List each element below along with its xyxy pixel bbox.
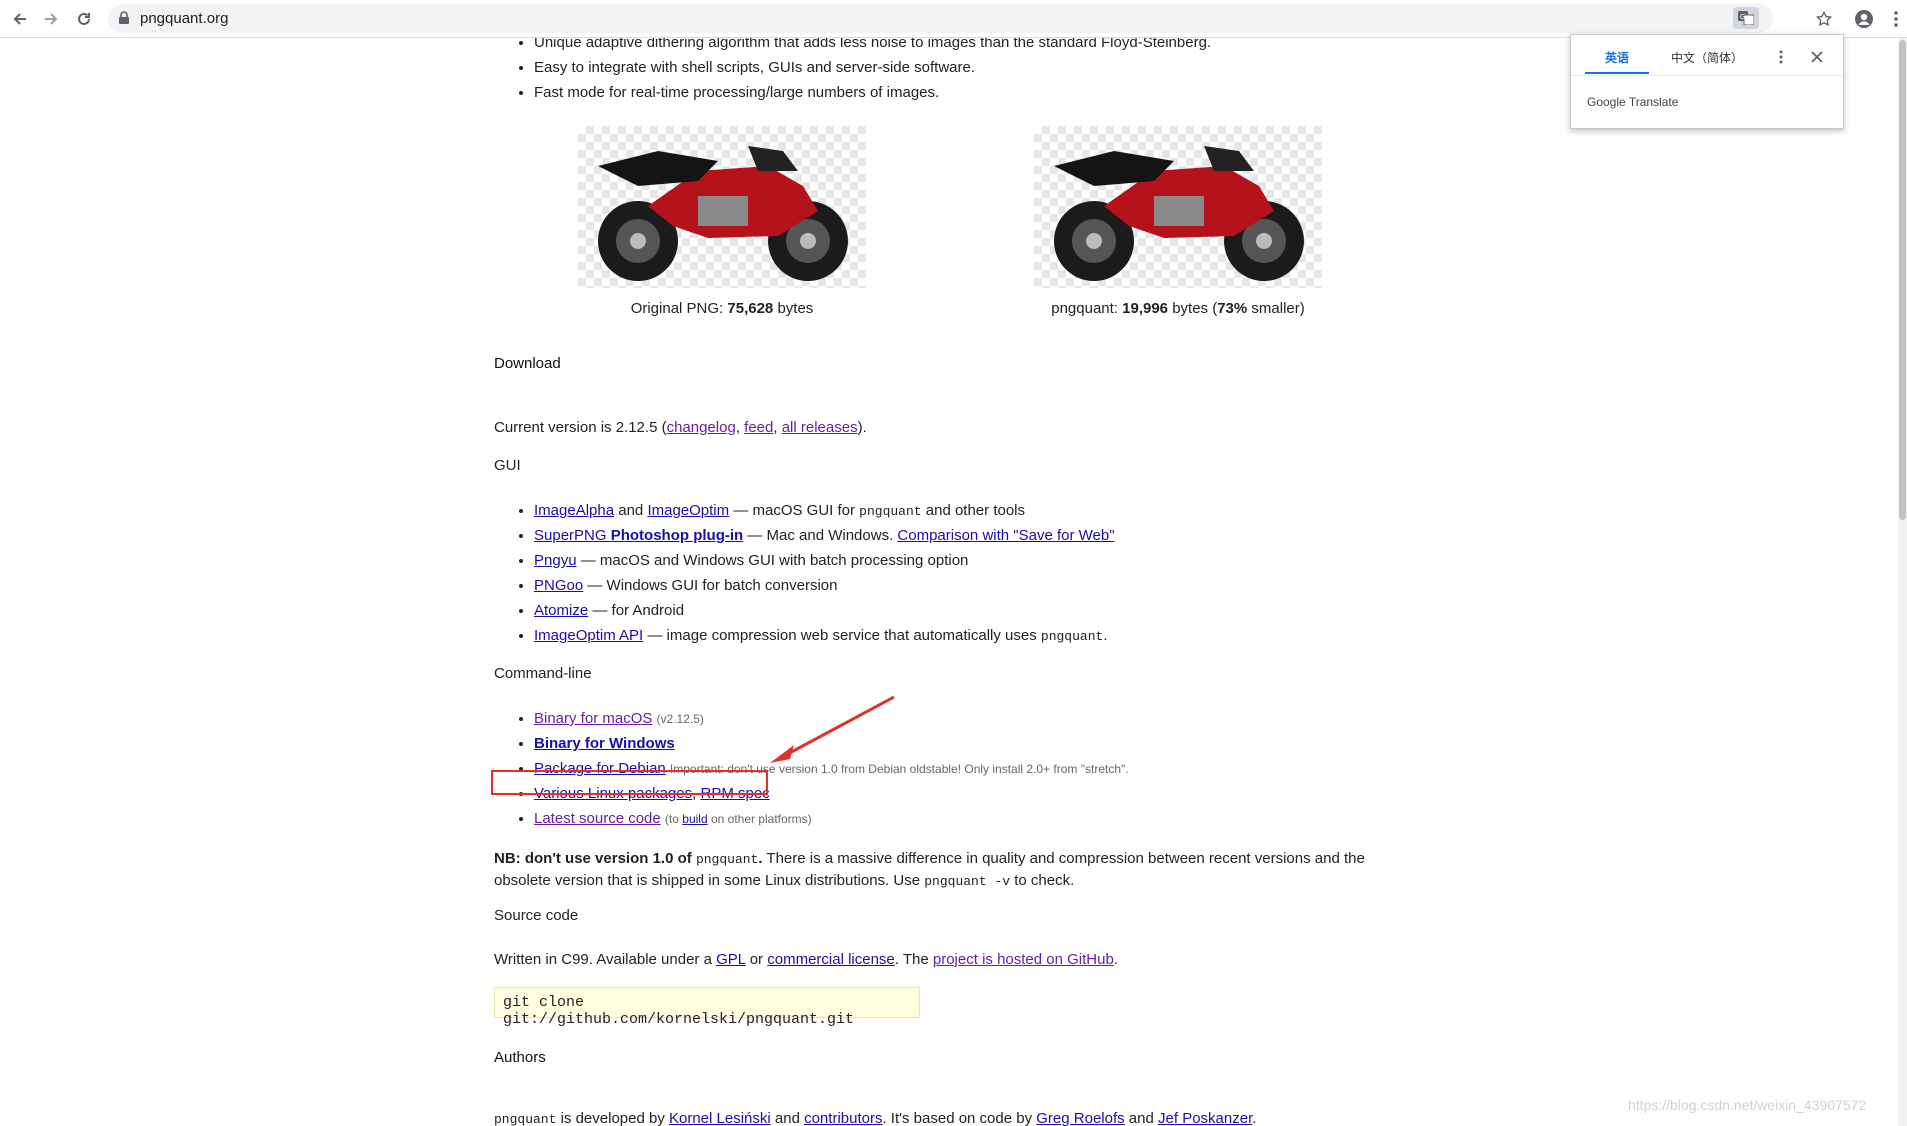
- list-item: Pngyu — macOS and Windows GUI with batch…: [534, 548, 1394, 573]
- star-icon[interactable]: [1812, 7, 1836, 31]
- watermark: https://blog.csdn.net/weixin_43907572: [1628, 1097, 1867, 1113]
- imageoptim-link[interactable]: ImageOptim: [647, 502, 729, 519]
- list-item: Fast mode for real-time processing/large…: [534, 80, 1434, 105]
- pngquant-caption: pngquant: 19,996 bytes (73% smaller): [1051, 300, 1305, 317]
- nb-paragraph: NB: don't use version 1.0 of pngquant. T…: [494, 850, 1365, 889]
- download-heading: Download: [494, 355, 561, 372]
- binary-windows-link[interactable]: Binary for Windows: [534, 735, 675, 752]
- git-clone-command: git clone git://github.com/kornelski/png…: [494, 987, 920, 1028]
- close-icon[interactable]: [1807, 47, 1827, 67]
- annotation-arrow-icon: [770, 695, 895, 763]
- github-link[interactable]: project is hosted on GitHub: [933, 951, 1114, 968]
- superpng-link[interactable]: SuperPNG Photoshop plug-in: [534, 527, 743, 544]
- list-item: Unique adaptive dithering algorithm that…: [534, 38, 1434, 55]
- lock-icon: [118, 11, 130, 30]
- original-caption: Original PNG: 75,628 bytes: [630, 300, 814, 317]
- commercial-license-link[interactable]: commercial license: [767, 951, 895, 968]
- tab-source-language[interactable]: 英语: [1605, 49, 1629, 66]
- commandline-heading: Command-line: [494, 665, 592, 682]
- browser-toolbar: pngquant.org G: [0, 0, 1907, 38]
- list-item: Latest source code (to build on other pl…: [534, 806, 1394, 831]
- page-content: Unique adaptive dithering algorithm that…: [0, 38, 1907, 1126]
- pngquant-image: [1034, 126, 1322, 288]
- back-icon[interactable]: [8, 7, 32, 31]
- gui-heading: GUI: [494, 457, 521, 474]
- jef-link[interactable]: Jef Poskanzer: [1158, 1110, 1252, 1126]
- feature-list: Unique adaptive dithering algorithm that…: [494, 38, 1434, 105]
- address-bar[interactable]: pngquant.org G: [108, 4, 1773, 33]
- all-releases-link[interactable]: all releases: [782, 419, 858, 436]
- account-icon[interactable]: [1852, 7, 1876, 31]
- list-item: Binary for macOS (v2.12.5): [534, 706, 1394, 731]
- comparison-link[interactable]: Comparison with "Save for Web": [897, 527, 1114, 544]
- current-version: Current version is 2.12.5 (changelog, fe…: [494, 419, 867, 436]
- source-code-heading: Source code: [494, 907, 579, 924]
- atomize-link[interactable]: Atomize: [534, 602, 588, 619]
- translate-icon[interactable]: G: [1733, 7, 1759, 29]
- list-item: ImageAlpha and ImageOptim — macOS GUI fo…: [534, 498, 1394, 523]
- divider: [1571, 75, 1843, 76]
- latest-source-link[interactable]: Latest source code: [534, 810, 661, 827]
- list-item: SuperPNG Photoshop plug-in — Mac and Win…: [534, 523, 1394, 548]
- gui-list: ImageAlpha and ImageOptim — macOS GUI fo…: [494, 498, 1394, 648]
- url-text: pngquant.org: [140, 10, 229, 27]
- list-item: Binary for Windows: [534, 731, 1394, 756]
- google-translate-brand: Google Translate: [1587, 95, 1679, 109]
- pngyu-link[interactable]: Pngyu: [534, 552, 577, 569]
- menu-icon[interactable]: [1884, 7, 1907, 31]
- list-item: Atomize — for Android: [534, 598, 1394, 623]
- more-options-icon[interactable]: [1771, 47, 1791, 67]
- highlight-box: [491, 770, 768, 795]
- commandline-list: Binary for macOS (v2.12.5) Binary for Wi…: [494, 706, 1394, 831]
- scrollbar-thumb[interactable]: [1899, 40, 1906, 520]
- reload-icon[interactable]: [72, 7, 96, 31]
- authors-heading: Authors: [494, 1049, 546, 1066]
- imagealpha-link[interactable]: ImageAlpha: [534, 502, 614, 519]
- pngoo-link[interactable]: PNGoo: [534, 577, 583, 594]
- imageoptim-api-link[interactable]: ImageOptim API: [534, 627, 643, 644]
- gpl-link[interactable]: GPL: [716, 951, 745, 968]
- build-link[interactable]: build: [682, 812, 707, 826]
- changelog-link[interactable]: changelog: [667, 419, 736, 436]
- kornel-link[interactable]: Kornel Lesiński: [669, 1110, 771, 1126]
- forward-icon[interactable]: [39, 7, 63, 31]
- tab-target-language[interactable]: 中文（简体）: [1671, 49, 1743, 66]
- list-item: PNGoo — Windows GUI for batch conversion: [534, 573, 1394, 598]
- translate-popup: 英语 中文（简体） Google Translate: [1570, 34, 1844, 129]
- original-png-image: [578, 126, 866, 288]
- svg-text:G: G: [1740, 13, 1745, 21]
- contributors-link[interactable]: contributors: [804, 1110, 882, 1126]
- binary-macos-link[interactable]: Binary for macOS: [534, 710, 652, 727]
- list-item: ImageOptim API — image compression web s…: [534, 623, 1394, 648]
- greg-link[interactable]: Greg Roelofs: [1036, 1110, 1124, 1126]
- active-tab-indicator: [1585, 72, 1649, 74]
- list-item: Easy to integrate with shell scripts, GU…: [534, 55, 1434, 80]
- license-paragraph: Written in C99. Available under a GPL or…: [494, 951, 1118, 968]
- feed-link[interactable]: feed: [744, 419, 773, 436]
- authors-paragraph: pngquant is developed by Kornel Lesiński…: [494, 1110, 1257, 1126]
